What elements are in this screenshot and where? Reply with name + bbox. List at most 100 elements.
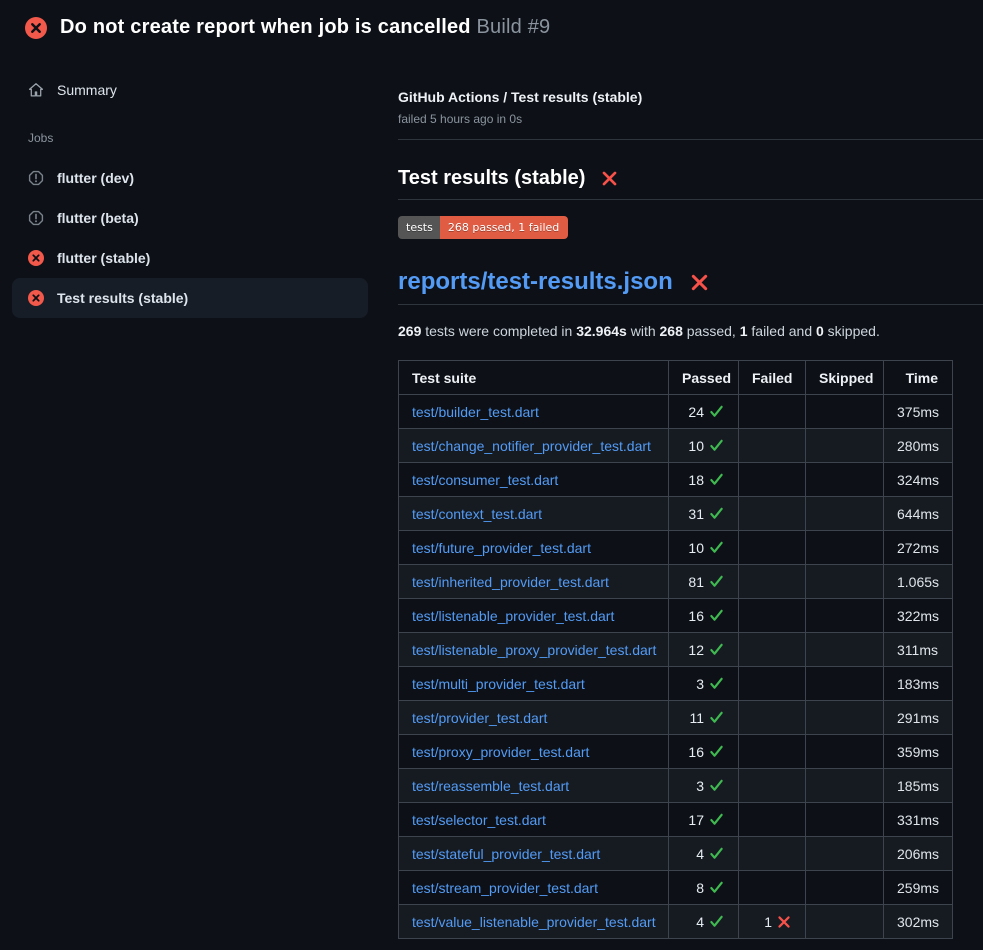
passed-cell: 4	[669, 905, 739, 939]
failed-cell	[739, 429, 806, 463]
skipped-cell	[806, 633, 884, 667]
failed-cell	[739, 531, 806, 565]
test-suite-link[interactable]: test/listenable_proxy_provider_test.dart	[412, 642, 656, 658]
passed-cell: 12	[669, 633, 739, 667]
column-header-passed: Passed	[669, 361, 739, 395]
skipped-cell	[806, 463, 884, 497]
table-row: test/stateful_provider_test.dart4206ms	[399, 837, 953, 871]
skipped-cell	[806, 871, 884, 905]
test-suite-link[interactable]: test/provider_test.dart	[412, 710, 547, 726]
passed-cell: 17	[669, 803, 739, 837]
table-row: test/reassemble_test.dart3185ms	[399, 769, 953, 803]
test-suite-link[interactable]: test/builder_test.dart	[412, 404, 539, 420]
failed-cell	[739, 735, 806, 769]
time-cell: 311ms	[884, 633, 953, 667]
suite-cell: test/builder_test.dart	[399, 395, 669, 429]
test-suite-link[interactable]: test/multi_provider_test.dart	[412, 676, 585, 692]
time-cell: 359ms	[884, 735, 953, 769]
suite-cell: test/multi_provider_test.dart	[399, 667, 669, 701]
summary-line: 269 tests were completed in 32.964s with…	[398, 323, 983, 339]
column-header-time: Time	[884, 361, 953, 395]
failed-cell	[739, 463, 806, 497]
passed-cell: 81	[669, 565, 739, 599]
test-suite-link[interactable]: test/selector_test.dart	[412, 812, 546, 828]
passed-cell: 11	[669, 701, 739, 735]
sidebar-item-flutter-dev[interactable]: flutter (dev)	[12, 158, 368, 198]
table-header-row: Test suitePassedFailedSkippedTime	[399, 361, 953, 395]
passed-cell: 31	[669, 497, 739, 531]
sidebar-item-label: flutter (beta)	[57, 210, 139, 226]
skipped-cell	[806, 769, 884, 803]
table-row: test/value_listenable_provider_test.dart…	[399, 905, 953, 939]
sidebar: Summary Jobs flutter (dev) flutter (beta)…	[0, 53, 380, 318]
passed-cell: 3	[669, 667, 739, 701]
test-suite-link[interactable]: test/reassemble_test.dart	[412, 778, 569, 794]
sidebar-item-flutter-stable[interactable]: flutter (stable)	[12, 238, 368, 278]
suite-cell: test/stream_provider_test.dart	[399, 871, 669, 905]
failed-cell	[739, 667, 806, 701]
table-row: test/inherited_provider_test.dart811.065…	[399, 565, 953, 599]
test-suite-link[interactable]: test/future_provider_test.dart	[412, 540, 591, 556]
skipped-cell	[806, 395, 884, 429]
suite-cell: test/future_provider_test.dart	[399, 531, 669, 565]
suite-cell: test/provider_test.dart	[399, 701, 669, 735]
suite-cell: test/selector_test.dart	[399, 803, 669, 837]
passed-cell: 4	[669, 837, 739, 871]
sidebar-item-label: flutter (dev)	[57, 170, 134, 186]
skipped-cell	[806, 803, 884, 837]
suite-cell: test/inherited_provider_test.dart	[399, 565, 669, 599]
time-cell: 280ms	[884, 429, 953, 463]
table-row: test/selector_test.dart 17 331ms	[399, 803, 953, 837]
run-header: GitHub Actions / Test results (stable) f…	[398, 89, 983, 140]
report-file-link[interactable]: reports/test-results.json	[398, 268, 673, 296]
jobs-section-label: Jobs	[28, 131, 368, 145]
time-cell: 324ms	[884, 463, 953, 497]
skipped-cell	[806, 837, 884, 871]
sidebar-item-test-results-stable[interactable]: Test results (stable)	[12, 278, 368, 318]
test-suite-link[interactable]: test/value_listenable_provider_test.dart	[412, 914, 656, 930]
failed-cell	[739, 395, 806, 429]
failed-x-icon	[596, 170, 618, 187]
page-header: Do not create report when job is cancell…	[0, 0, 983, 53]
column-header-skipped: Skipped	[806, 361, 884, 395]
test-suite-link[interactable]: test/listenable_provider_test.dart	[412, 608, 614, 624]
test-suite-link[interactable]: test/consumer_test.dart	[412, 472, 558, 488]
jobs-list: flutter (dev) flutter (beta) flutter (stab…	[12, 158, 368, 318]
check-title-row: Test results (stable)	[398, 167, 983, 200]
test-suite-link[interactable]: test/stateful_provider_test.dart	[412, 846, 600, 862]
page-title: Do not create report when job is cancell…	[60, 16, 550, 39]
table-row: test/context_test.dart31644ms	[399, 497, 953, 531]
column-header-failed: Failed	[739, 361, 806, 395]
time-cell: 291ms	[884, 701, 953, 735]
skipped-cell	[806, 667, 884, 701]
failed-cell	[739, 803, 806, 837]
table-row: test/consumer_test.dart18324ms	[399, 463, 953, 497]
page-title-text: Do not create report when job is cancell…	[60, 16, 471, 38]
time-cell: 259ms	[884, 871, 953, 905]
sidebar-item-flutter-beta[interactable]: flutter (beta)	[12, 198, 368, 238]
sidebar-item-label: Test results (stable)	[57, 290, 188, 306]
suite-cell: test/reassemble_test.dart	[399, 769, 669, 803]
sidebar-item-summary[interactable]: Summary	[12, 70, 368, 110]
passed-cell: 3	[669, 769, 739, 803]
time-cell: 331ms	[884, 803, 953, 837]
suite-cell: test/proxy_provider_test.dart	[399, 735, 669, 769]
tests-badge: tests 268 passed, 1 failed	[398, 216, 568, 239]
sidebar-summary-label: Summary	[57, 82, 117, 98]
test-suite-link[interactable]: test/context_test.dart	[412, 506, 542, 522]
test-suite-link[interactable]: test/change_notifier_provider_test.dart	[412, 438, 651, 454]
time-cell: 272ms	[884, 531, 953, 565]
skipped-cell	[806, 599, 884, 633]
test-suite-link[interactable]: test/stream_provider_test.dart	[412, 880, 598, 896]
table-row: test/multi_provider_test.dart3183ms	[399, 667, 953, 701]
test-suite-link[interactable]: test/inherited_provider_test.dart	[412, 574, 609, 590]
sidebar-item-label: flutter (stable)	[57, 250, 150, 266]
home-icon	[28, 82, 44, 98]
x-circle-icon	[28, 290, 44, 306]
failed-cell	[739, 633, 806, 667]
main-content: GitHub Actions / Test results (stable) f…	[380, 53, 983, 939]
table-row: test/proxy_provider_test.dart16359ms	[399, 735, 953, 769]
test-suite-link[interactable]: test/proxy_provider_test.dart	[412, 744, 589, 760]
failed-cell	[739, 769, 806, 803]
passed-cell: 16	[669, 599, 739, 633]
